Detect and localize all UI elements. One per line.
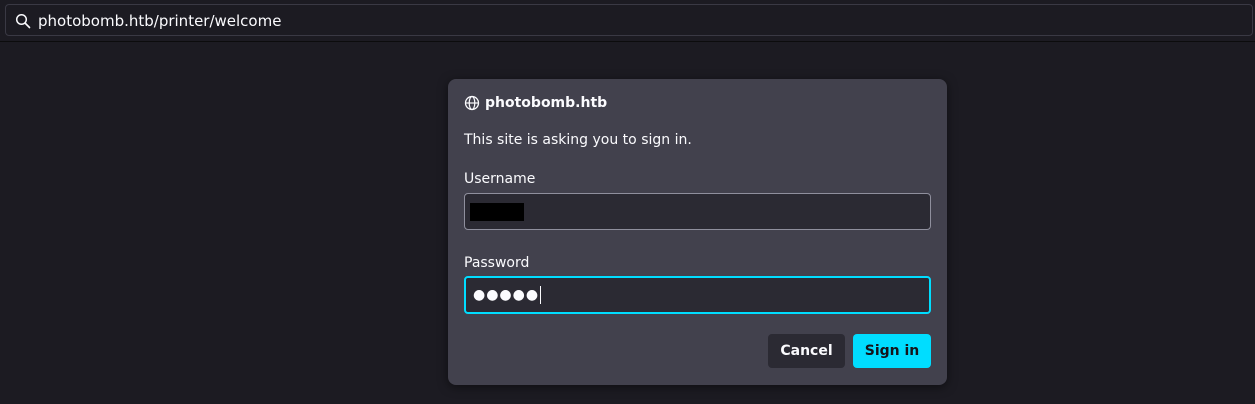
username-label: Username bbox=[464, 171, 536, 187]
auth-dialog: photobomb.htb This site is asking you to… bbox=[448, 79, 947, 385]
address-bar[interactable]: photobomb.htb/printer/welcome bbox=[5, 4, 1253, 36]
redacted-username bbox=[470, 203, 524, 221]
page-content: photobomb.htb This site is asking you to… bbox=[0, 42, 1255, 404]
password-label: Password bbox=[464, 255, 530, 271]
toolbar: photobomb.htb/printer/welcome bbox=[0, 0, 1255, 42]
password-value: ●●●●● bbox=[473, 285, 542, 305]
dialog-header: photobomb.htb bbox=[464, 94, 607, 112]
search-icon bbox=[15, 13, 31, 29]
password-mask: ●●●●● bbox=[473, 287, 540, 303]
text-caret bbox=[540, 286, 542, 304]
username-field[interactable] bbox=[464, 193, 931, 230]
cancel-button[interactable]: Cancel bbox=[768, 334, 845, 368]
dialog-message: This site is asking you to sign in. bbox=[464, 132, 692, 148]
sign-in-button[interactable]: Sign in bbox=[853, 334, 931, 368]
password-field[interactable]: ●●●●● bbox=[464, 276, 931, 314]
url-text[interactable]: photobomb.htb/printer/welcome bbox=[38, 12, 281, 30]
globe-icon bbox=[464, 95, 480, 111]
dialog-host: photobomb.htb bbox=[485, 95, 608, 111]
